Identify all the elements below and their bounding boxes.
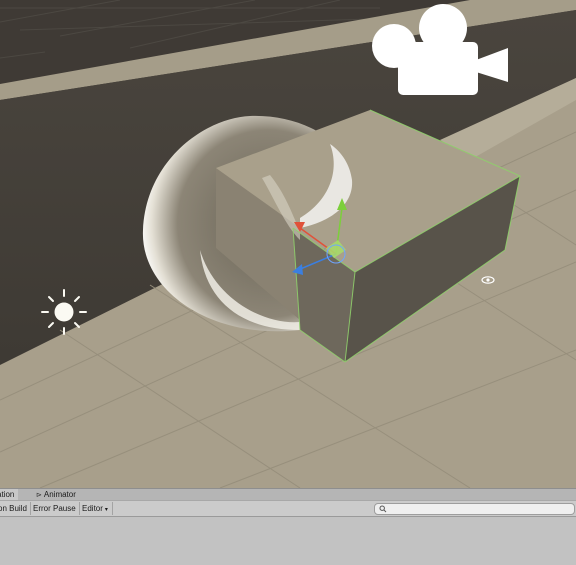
search-icon (379, 505, 387, 513)
error-pause-on-build-toggle[interactable]: on Build (0, 502, 31, 515)
console-log-area[interactable] (0, 517, 576, 565)
tab-animator-label: Animator (43, 490, 76, 499)
editor-dropdown[interactable]: Editor ▾ (79, 502, 113, 515)
unity-editor: ation ⊳Animator on Build Error Pause Edi… (0, 0, 576, 565)
search-input[interactable] (389, 504, 569, 514)
console-search-box[interactable] (374, 503, 575, 515)
scene-view[interactable] (0, 0, 576, 488)
animator-icon: ⊳ (36, 492, 42, 499)
error-pause-toggle[interactable]: Error Pause (30, 502, 80, 515)
sun-icon (41, 289, 87, 335)
tab-animation-label: ation (0, 490, 15, 499)
build-toggle-label: on Build (0, 504, 27, 513)
chevron-down-icon: ▾ (104, 507, 108, 513)
editor-dropdown-label: Editor (82, 504, 103, 513)
console-toolbar: on Build Error Pause Editor ▾ (0, 500, 576, 517)
error-pause-label: Error Pause (33, 504, 76, 513)
